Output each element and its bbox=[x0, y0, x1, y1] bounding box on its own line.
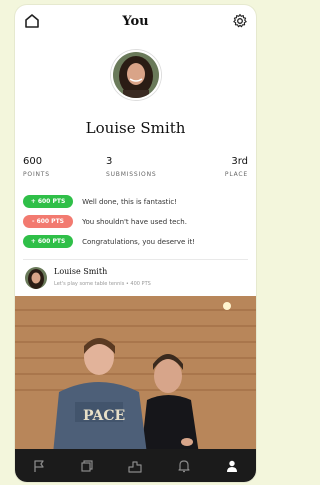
points-badge: + 600 PTS bbox=[23, 195, 73, 208]
svg-text:PACE: PACE bbox=[83, 408, 125, 424]
top-bar: You bbox=[15, 5, 256, 37]
post-author: Louise Smith bbox=[54, 267, 108, 276]
activity-item[interactable]: + 600 PTS Well done, this is fantastic! bbox=[23, 191, 251, 208]
flag-icon[interactable] bbox=[29, 456, 49, 476]
points-badge: + 600 PTS bbox=[23, 235, 73, 248]
gear-icon[interactable] bbox=[232, 13, 248, 29]
activity-text: Well done, this is fantastic! bbox=[82, 197, 177, 206]
submissions-label: SUBMISSIONS bbox=[106, 171, 157, 178]
post-header[interactable]: Louise Smith Let's play some table tenni… bbox=[23, 265, 248, 293]
bell-icon[interactable] bbox=[174, 456, 194, 476]
leaderboard-icon[interactable] bbox=[125, 456, 145, 476]
place-value: 3rd bbox=[231, 156, 248, 167]
activity-text: You shouldn't have used tech. bbox=[82, 217, 187, 226]
post-video[interactable]: PACE bbox=[15, 296, 256, 454]
cards-icon[interactable] bbox=[77, 456, 97, 476]
post-subtitle: Let's play some table tennis • 400 PTS bbox=[54, 281, 151, 287]
place-label: PLACE bbox=[224, 171, 248, 178]
points-label: POINTS bbox=[23, 171, 50, 178]
page-title: You bbox=[122, 14, 149, 29]
phone-screen: You Louise Smith 600 POINTS 3 SUBMISSION… bbox=[15, 5, 256, 482]
stat-submissions: 3 SUBMISSIONS bbox=[106, 156, 156, 178]
stat-place: 3rd PLACE bbox=[225, 156, 248, 178]
profile-icon[interactable] bbox=[222, 456, 242, 476]
profile-name: Louise Smith bbox=[85, 119, 186, 137]
bottom-nav bbox=[15, 449, 256, 482]
activity-text: Congratulations, you deserve it! bbox=[82, 237, 196, 246]
submissions-value: 3 bbox=[106, 156, 113, 167]
activity-item[interactable]: - 600 PTS You shouldn't have used tech. bbox=[23, 211, 251, 228]
stat-points: 600 POINTS bbox=[23, 156, 50, 178]
divider bbox=[23, 259, 248, 260]
points-value: 600 bbox=[23, 156, 43, 167]
activity-item[interactable]: + 600 PTS Congratulations, you deserve i… bbox=[23, 231, 251, 248]
post-avatar bbox=[25, 267, 47, 289]
avatar[interactable] bbox=[111, 50, 161, 100]
points-badge: - 600 PTS bbox=[23, 215, 73, 228]
